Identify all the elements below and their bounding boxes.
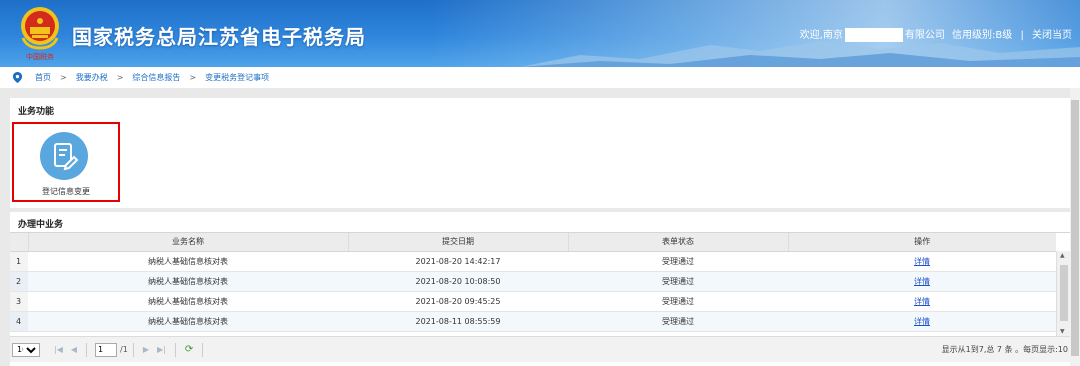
page-scrollbar[interactable] <box>1070 88 1080 366</box>
action-cell: 详情 <box>788 291 1056 312</box>
tax-emblem-logo: 中国税务 <box>21 7 59 61</box>
functions-title: 业务功能 <box>18 107 55 117</box>
table-row[interactable]: 3 纳税人基础信息核对表 2021-08-20 09:45:25 受理通过 详情 <box>10 291 1056 312</box>
action-cell: 详情 <box>788 311 1056 332</box>
submit-date-cell: 2021-08-11 08:55:59 <box>348 311 568 332</box>
row-number-header <box>10 233 29 252</box>
breadcrumb-current: 变更税务登记事项 <box>205 73 270 82</box>
main-content: 业务功能 登记信息变更 办理中业务 业务名称 提交日期 表单状态 操作 1 纳税… <box>0 88 1080 366</box>
logo-caption: 中国税务 <box>26 52 54 61</box>
breadcrumb: 首页 > 我要办税 > 综合信息报告 > 变更税务登记事项 <box>0 67 1080 88</box>
breadcrumb-info-report[interactable]: 综合信息报告 <box>132 72 180 83</box>
form-status-cell: 受理通过 <box>568 291 788 312</box>
business-functions-panel: 业务功能 登记信息变更 <box>10 98 1070 208</box>
page-number-input[interactable] <box>95 342 118 357</box>
scroll-up-icon[interactable]: ▲ <box>1060 252 1065 259</box>
row-number: 4 <box>10 311 28 332</box>
pager-divider <box>86 342 88 357</box>
action-cell: 详情 <box>788 251 1056 272</box>
row-number: 3 <box>10 291 28 312</box>
page-size-select[interactable]: 10 <box>12 342 40 357</box>
business-name-cell: 纳税人基础信息核对表 <box>28 311 348 332</box>
submit-date-cell: 2021-08-20 14:42:17 <box>348 251 568 272</box>
first-page-icon[interactable]: |◀ <box>54 345 63 354</box>
refresh-icon[interactable]: ⟳ <box>185 344 193 355</box>
site-header: 中国税务 国家税务总局江苏省电子税务局 欢迎,南京 有限公司 信用级别:B级 | … <box>0 0 1080 67</box>
table-row[interactable]: 1 纳税人基础信息核对表 2021-08-20 14:42:17 受理通过 详情 <box>10 251 1056 272</box>
details-link[interactable]: 详情 <box>914 297 930 306</box>
in-progress-title: 办理中业务 <box>18 220 64 230</box>
breadcrumb-separator: > <box>60 73 67 82</box>
column-header[interactable]: 业务名称 <box>28 233 349 252</box>
column-header[interactable]: 提交日期 <box>348 233 569 252</box>
scroll-down-icon[interactable]: ▼ <box>1060 328 1065 335</box>
business-name-cell: 纳税人基础信息核对表 <box>28 291 348 312</box>
details-link[interactable]: 详情 <box>914 277 930 286</box>
total-pages: /1 <box>120 345 128 354</box>
prev-page-icon[interactable]: ◀ <box>71 345 77 354</box>
credit-level: 信用级别:B级 <box>952 30 1013 41</box>
location-pin-icon <box>12 72 23 83</box>
business-name-cell: 纳税人基础信息核对表 <box>28 271 348 292</box>
in-progress-panel: 办理中业务 业务名称 提交日期 表单状态 操作 1 纳税人基础信息核对表 202… <box>10 212 1070 366</box>
function-label: 登记信息变更 <box>42 187 90 196</box>
pager-divider <box>174 342 176 357</box>
company-suffix: 有限公司 <box>904 30 945 41</box>
last-page-icon[interactable]: ▶| <box>157 345 166 354</box>
header-separator: | <box>1020 30 1024 41</box>
breadcrumb-home[interactable]: 首页 <box>35 72 51 83</box>
row-number: 1 <box>10 251 28 272</box>
details-link[interactable]: 详情 <box>914 257 930 266</box>
submit-date-cell: 2021-08-20 09:45:25 <box>348 291 568 312</box>
site-title: 国家税务总局江苏省电子税务局 <box>72 25 366 49</box>
submit-date-cell: 2021-08-20 10:08:50 <box>348 271 568 292</box>
redacted-name <box>844 28 903 42</box>
form-status-cell: 受理通过 <box>568 271 788 292</box>
close-page-link[interactable]: 关闭当页 <box>1032 30 1072 41</box>
column-header[interactable]: 操作 <box>788 233 1056 252</box>
breadcrumb-separator: > <box>189 73 197 82</box>
page-scroll-thumb[interactable] <box>1071 100 1079 356</box>
business-table: 业务名称 提交日期 表单状态 操作 1 纳税人基础信息核对表 2021-08-2… <box>10 232 1070 336</box>
pager-divider <box>202 342 204 357</box>
breadcrumb-separator: > <box>116 73 124 82</box>
edit-document-icon <box>40 132 88 180</box>
user-info: 欢迎,南京 有限公司 信用级别:B级 | 关闭当页 <box>800 26 1072 42</box>
row-number: 2 <box>10 271 28 292</box>
table-scroll-thumb[interactable] <box>1060 265 1068 321</box>
function-registration-change[interactable]: 登记信息变更 <box>12 122 120 202</box>
details-link[interactable]: 详情 <box>914 317 930 326</box>
form-status-cell: 受理通过 <box>568 311 788 332</box>
table-scrollbar[interactable]: ▲ ▼ <box>1056 251 1070 336</box>
welcome-text: 欢迎,南京 <box>799 30 843 41</box>
breadcrumb-tax-handling[interactable]: 我要办税 <box>76 72 108 83</box>
business-name-cell: 纳税人基础信息核对表 <box>28 251 348 272</box>
column-header[interactable]: 表单状态 <box>568 233 789 252</box>
table-header-row: 业务名称 提交日期 表单状态 操作 <box>10 233 1056 252</box>
pager-divider <box>132 342 134 357</box>
table-row[interactable]: 4 纳税人基础信息核对表 2021-08-11 08:55:59 受理通过 详情 <box>10 311 1056 332</box>
table-row[interactable]: 2 纳税人基础信息核对表 2021-08-20 10:08:50 受理通过 详情 <box>10 271 1056 292</box>
action-cell: 详情 <box>788 271 1056 292</box>
pagination-bar: 10 |◀ ◀ /1 ▶ ▶| ⟳ 显示从1到7,总 7 条 。每页显示:10 <box>10 336 1070 362</box>
next-page-icon[interactable]: ▶ <box>143 345 149 354</box>
form-status-cell: 受理通过 <box>568 251 788 272</box>
pagination-summary: 显示从1到7,总 7 条 。每页显示:10 <box>941 345 1068 354</box>
